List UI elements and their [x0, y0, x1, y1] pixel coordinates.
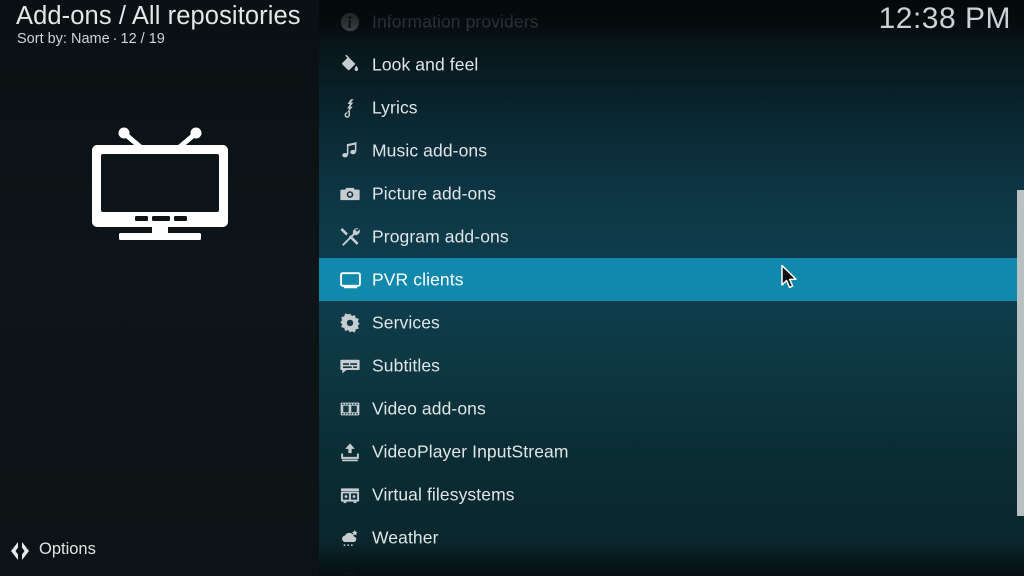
list-item-label: VideoPlayer InputStream [372, 441, 569, 461]
separator-dot: · [112, 31, 118, 47]
list-item-label: Picture add-ons [372, 183, 497, 203]
lyrics-note-icon [338, 96, 362, 120]
left-right-arrows-icon [7, 538, 33, 564]
tv-box-icon [338, 268, 362, 292]
film-strip-icon [338, 397, 362, 421]
list-item-label: Services [372, 312, 440, 332]
gear-icon [338, 311, 362, 335]
addon-category-panel: Information providers Look and feel Lyri… [319, 0, 1024, 576]
television-icon [88, 118, 232, 244]
list-item-label: Information providers [372, 11, 539, 31]
subtitles-icon [338, 354, 362, 378]
list-item-weather[interactable]: Weather [319, 516, 1024, 559]
upload-tray-icon [338, 440, 362, 464]
item-count: 12 / 19 [120, 31, 165, 47]
paint-bucket-icon [338, 53, 362, 77]
list-item-label: Program add-ons [372, 226, 509, 246]
globe-icon [338, 569, 362, 576]
list-item-label: Look and feel [372, 54, 479, 74]
music-note-icon [338, 139, 362, 163]
tools-icon [338, 225, 362, 249]
camera-icon [338, 182, 362, 206]
options-button[interactable]: Options [0, 528, 319, 576]
list-item-virtual-filesystems[interactable]: Virtual filesystems [319, 473, 1024, 516]
list-item-program-add-ons[interactable]: Program add-ons [319, 215, 1024, 258]
list-item-subtitles[interactable]: Subtitles [319, 344, 1024, 387]
list-item-label: Weather [372, 527, 439, 547]
list-item-label: PVR clients [372, 269, 464, 289]
sidebar-panel: Add-ons / All repositories Sort by: Name… [0, 0, 319, 576]
list-item-label: Lyrics [372, 97, 418, 117]
list-item-look-and-feel[interactable]: Look and feel [319, 43, 1024, 86]
list-item-label: Music add-ons [372, 140, 488, 160]
options-label: Options [39, 540, 96, 558]
mouse-cursor [780, 264, 800, 292]
list-item-videoplayer-inputstream[interactable]: VideoPlayer InputStream [319, 430, 1024, 473]
list-item-pvr-clients[interactable]: PVR clients [319, 258, 1024, 301]
category-list: Information providers Look and feel Lyri… [319, 0, 1024, 576]
list-item-lyrics[interactable]: Lyrics [319, 86, 1024, 129]
list-item-music-add-ons[interactable]: Music add-ons [319, 129, 1024, 172]
filesystem-icon [338, 483, 362, 507]
list-item-services[interactable]: Services [319, 301, 1024, 344]
scrollbar-thumb[interactable] [1017, 190, 1024, 516]
list-item-video-add-ons[interactable]: Video add-ons [319, 387, 1024, 430]
kodi-addon-browser-screen: Add-ons / All repositories Sort by: Name… [0, 0, 1024, 576]
list-item-label: Web interface [372, 570, 481, 576]
weather-cloud-icon [338, 526, 362, 550]
sort-by-label: Sort by: Name [17, 31, 110, 47]
clock: 12:38 PM [878, 2, 1011, 35]
list-item-picture-add-ons[interactable]: Picture add-ons [319, 172, 1024, 215]
scrollbar[interactable] [1017, 0, 1024, 576]
list-item-web-interface[interactable]: Web interface [319, 559, 1024, 576]
list-item-label: Virtual filesystems [372, 484, 515, 504]
info-circle-icon [338, 10, 362, 34]
list-item-label: Subtitles [372, 355, 441, 375]
sort-info: Sort by: Name · 12 / 19 [17, 31, 165, 47]
page-title: Add-ons / All repositories [16, 2, 301, 30]
list-item-label: Video add-ons [372, 398, 486, 418]
